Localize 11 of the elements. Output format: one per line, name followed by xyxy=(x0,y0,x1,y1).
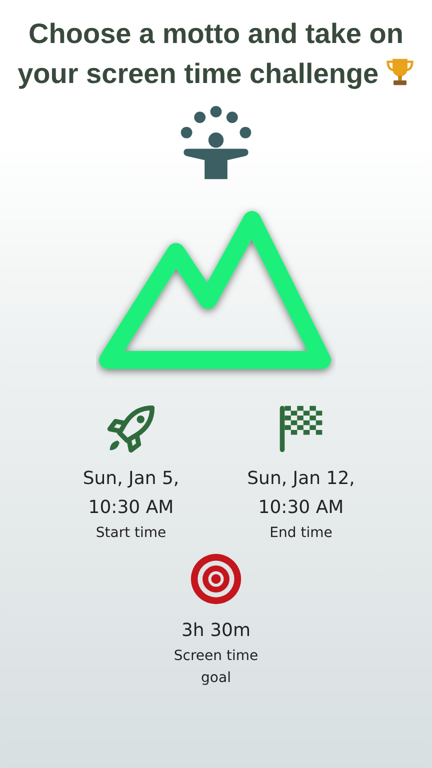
trophy-icon xyxy=(386,57,414,87)
juggler-icon xyxy=(178,104,254,182)
stat-value: Sun, Jan 12, 10:30 AM xyxy=(246,467,356,520)
stat-label: Start time xyxy=(94,524,168,543)
rocket-icon xyxy=(106,404,156,454)
target-icon xyxy=(189,552,243,606)
stat-label: End time xyxy=(268,524,334,543)
stat-value: 3h 30m xyxy=(180,619,252,643)
stat-label: Screen time goal xyxy=(172,647,260,688)
page-title: Choose a motto and take on your screen time challenge xyxy=(16,14,416,94)
stat-value: Sun, Jan 5, 10:30 AM xyxy=(82,467,180,520)
